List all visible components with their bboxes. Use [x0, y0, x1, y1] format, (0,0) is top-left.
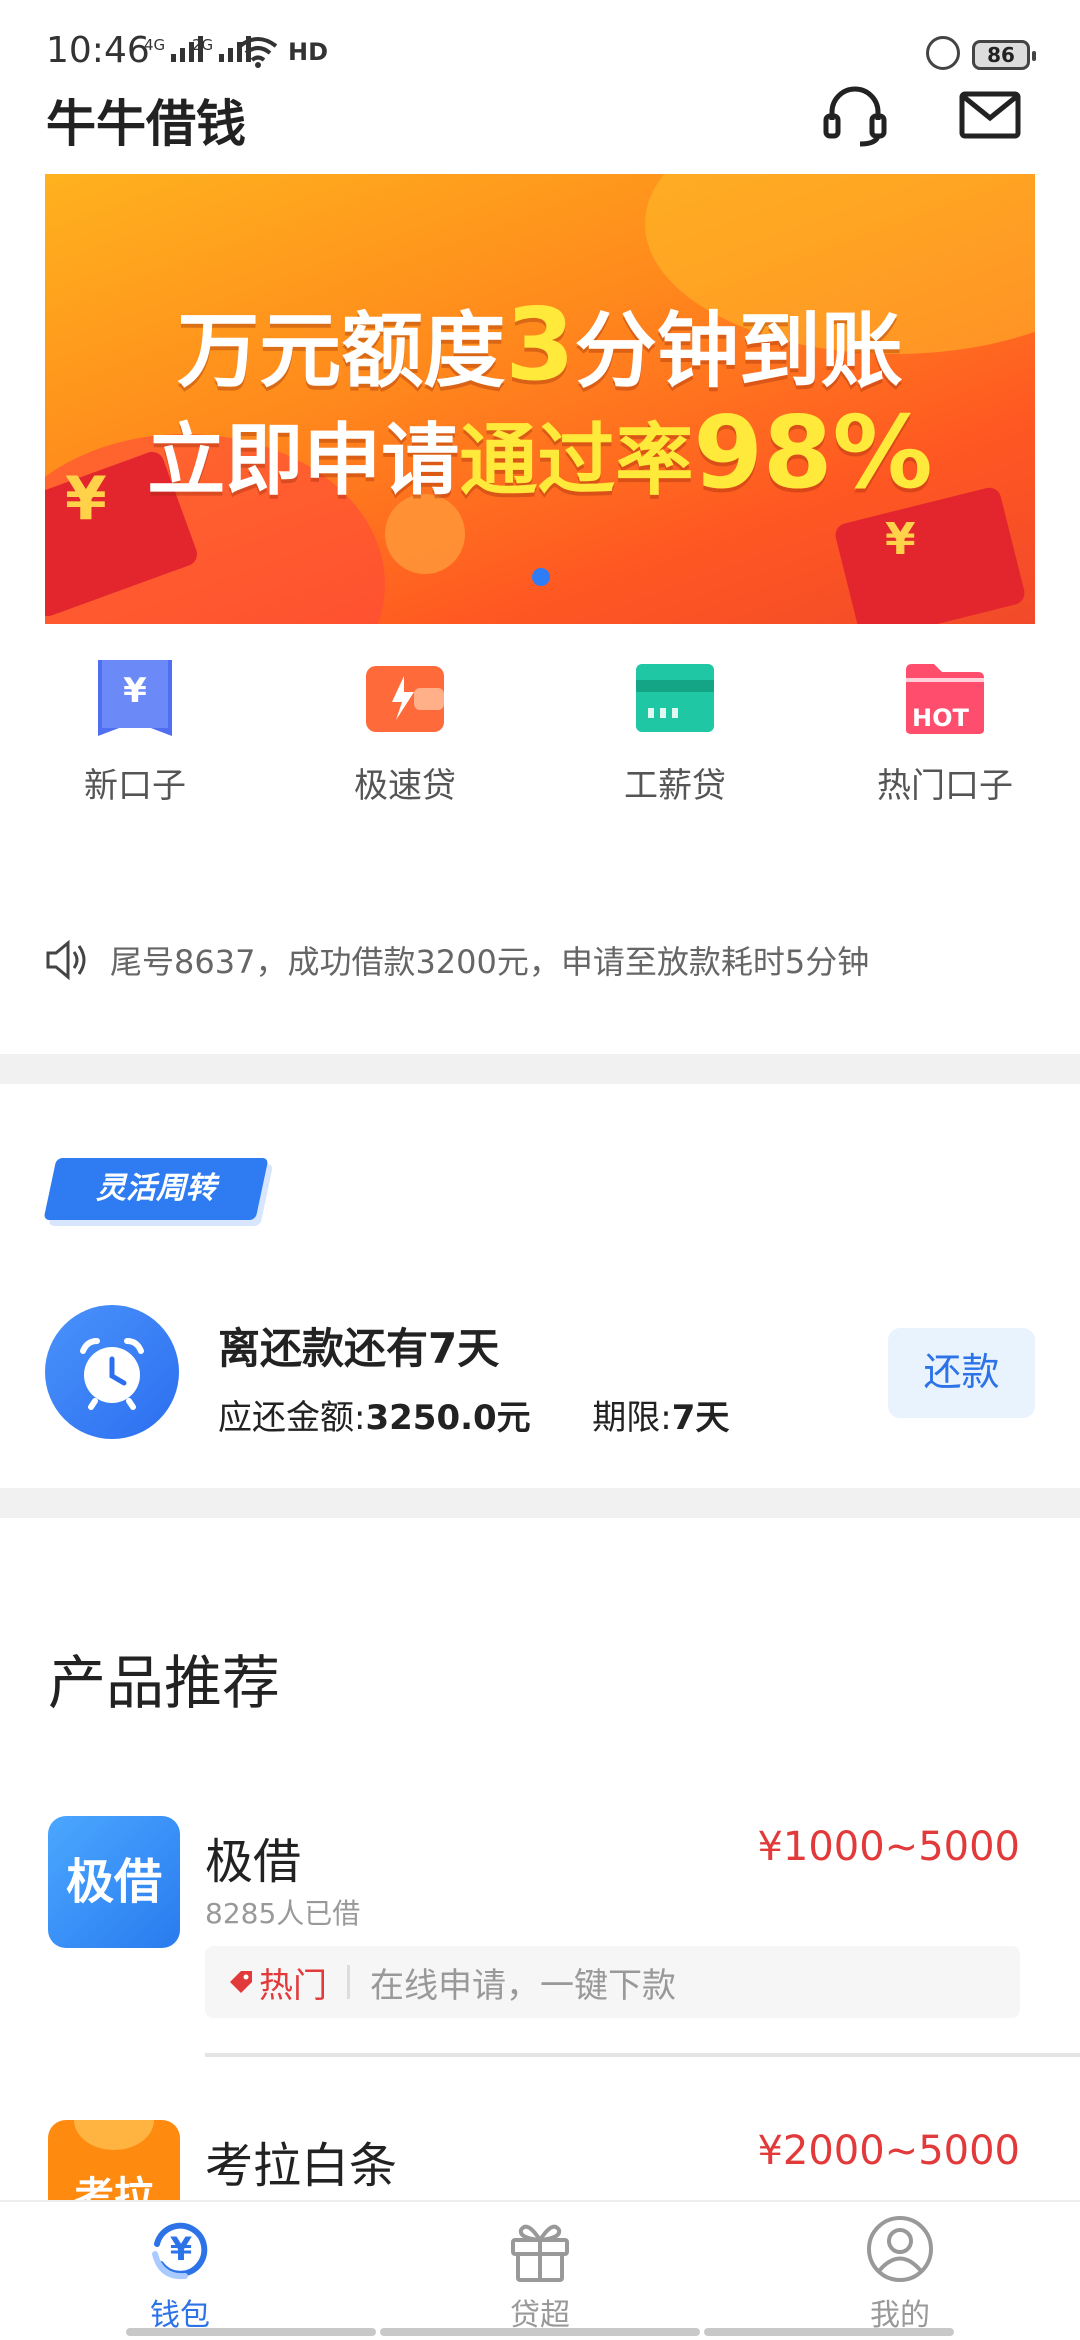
quick-entry-salary[interactable]: 工薪贷 — [540, 660, 810, 807]
gesture-bar — [126, 2328, 376, 2336]
promo-banner[interactable]: ¥ ¥ 万元额度3分钟到账 立即申请通过率98% — [45, 174, 1035, 624]
banner-line-1: 万元额度3分钟到账 — [177, 286, 903, 403]
repay-countdown: 离还款还有7天 — [218, 1324, 500, 1373]
gesture-bar — [704, 2328, 954, 2336]
headset-icon[interactable] — [820, 80, 890, 150]
quick-entry-label: 工薪贷 — [624, 766, 726, 806]
svg-text:¥: ¥ — [170, 2230, 192, 2268]
product-description: 在线申请，一键下款 — [370, 1965, 676, 2006]
product-name: 考拉白条 — [205, 2138, 398, 2194]
repay-details: 应还金额:3250.0元 期限:7天 — [218, 1390, 729, 1439]
mail-icon[interactable] — [955, 80, 1025, 150]
nav-tab-loan-market[interactable]: 贷超 — [360, 2202, 720, 2340]
quick-entry-label: 极速贷 — [354, 766, 456, 806]
price-tag-icon — [230, 1971, 252, 1993]
nav-tab-mine[interactable]: 我的 — [720, 2202, 1080, 2340]
banner-line-2: 立即申请通过率98% — [147, 394, 933, 511]
bottom-nav: ¥ 钱包 贷超 我的 — [0, 2200, 1080, 2340]
repay-clock-badge — [45, 1305, 179, 1439]
svg-text:¥: ¥ — [123, 671, 147, 711]
rotation-lock-icon — [926, 36, 960, 70]
flexible-turnover-tag: 灵活周转 — [43, 1158, 269, 1220]
nav-tab-wallet[interactable]: ¥ 钱包 — [0, 2202, 360, 2340]
product-name: 极借 — [205, 1834, 302, 1890]
speaker-icon — [46, 939, 86, 981]
yen-bookmark-icon: ¥ — [98, 660, 172, 736]
network-type-1: 4G — [144, 36, 166, 54]
product-divider — [205, 2053, 1080, 2057]
carousel-indicator-active[interactable] — [532, 568, 550, 586]
product-tag-box: 热门 在线申请，一键下款 — [205, 1946, 1020, 2018]
section-title: 产品推荐 — [48, 1649, 281, 1717]
loan-notice: 尾号8637，成功借款3200元，申请至放款耗时5分钟 — [44, 935, 1044, 985]
amount-label: 应还金额: — [218, 1398, 366, 1438]
battery-icon: 86 — [972, 40, 1036, 70]
term-label: 期限: — [592, 1398, 672, 1438]
wifi-icon — [238, 37, 278, 68]
status-time: 10:46 — [46, 30, 150, 71]
product-amount-range: ¥1000~5000 — [757, 1824, 1020, 1870]
user-icon — [867, 2216, 933, 2282]
product-logo: 极借 — [48, 1816, 180, 1948]
card-icon — [636, 664, 714, 732]
lightning-wallet-icon — [366, 666, 444, 732]
quick-entry-hot[interactable]: 热门口子 — [810, 660, 1080, 807]
term-value: 7天 — [671, 1398, 730, 1438]
product-amount-range: ¥2000~5000 — [757, 2128, 1020, 2174]
hd-indicator: HD — [288, 38, 329, 66]
quick-entry-label: 热门口子 — [877, 766, 1013, 806]
quick-entry-fast[interactable]: 极速贷 — [270, 660, 540, 807]
hot-tag-label: 热门 — [259, 1965, 327, 2006]
amount-value: 3250.0元 — [365, 1398, 531, 1438]
network-type-2: 2G — [192, 36, 214, 54]
repay-button[interactable]: 还款 — [888, 1328, 1035, 1418]
gesture-bar — [380, 2328, 700, 2336]
product-borrow-count: 8285人已借 — [205, 1897, 361, 1930]
status-bar: 10:46 4G 2G HD 86 — [0, 0, 1080, 80]
section-divider — [0, 1488, 1080, 1518]
hot-badge: HOT — [912, 704, 969, 732]
product-logo: 考拉 — [48, 2120, 180, 2200]
section-divider — [0, 1054, 1080, 1084]
quick-entry-label: 新口子 — [84, 766, 186, 806]
gift-icon — [511, 2224, 569, 2282]
wallet-yen-icon: ¥ — [152, 2222, 208, 2280]
notice-text: 尾号8637，成功借款3200元，申请至放款耗时5分钟 — [110, 943, 870, 981]
app-title: 牛牛借钱 — [46, 95, 246, 153]
quick-entry-new[interactable]: ¥ 新口子 — [0, 660, 270, 807]
alarm-clock-icon — [80, 1338, 144, 1410]
